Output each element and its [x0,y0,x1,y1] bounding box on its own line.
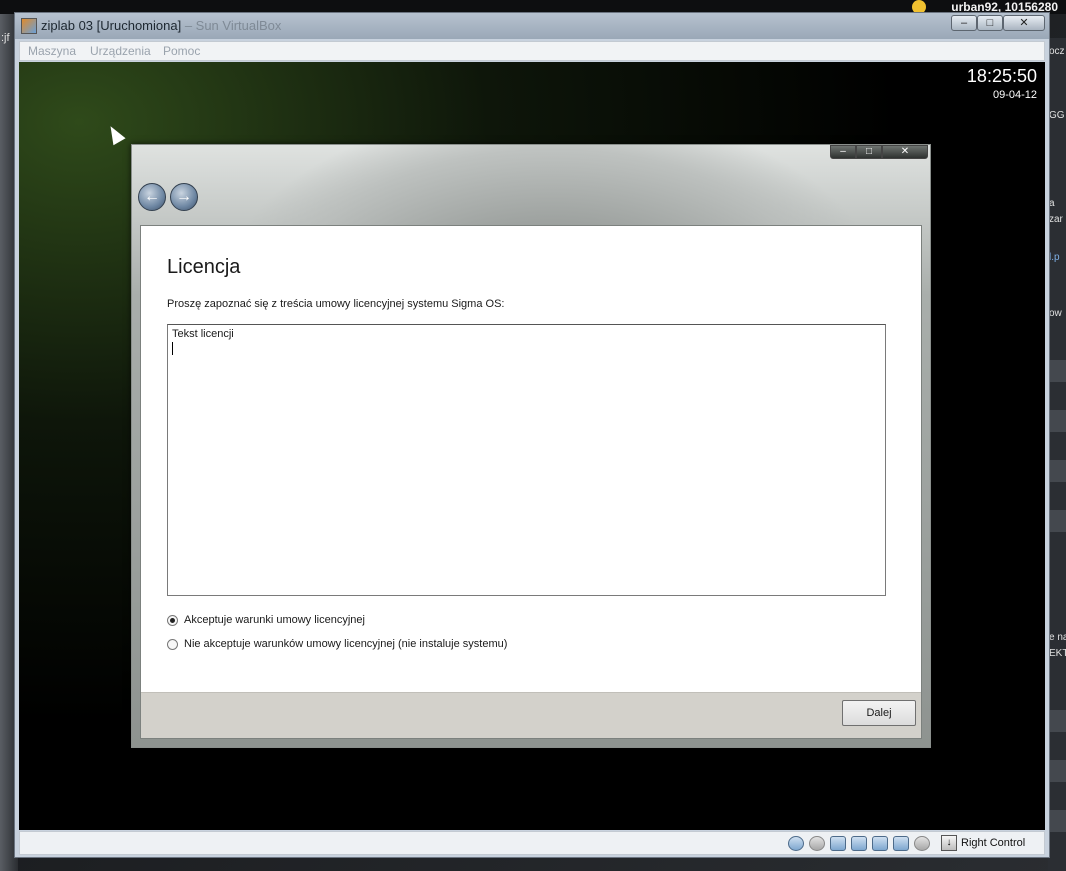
usb-icon[interactable] [851,836,867,851]
page-title: Licencja [167,256,241,278]
installer-close-button[interactable]: ✕ [882,145,928,159]
window-title-main: ziplab 03 [Uruchomiona] [41,18,182,33]
host-fragment: zar [1049,214,1063,225]
host-fragment: ow [1049,308,1062,319]
host-stripe [1048,360,1066,382]
virtualbox-window: ziplab 03 [Uruchomiona] – Sun VirtualBox… [14,12,1050,858]
installer-footer: Dalej [141,692,921,738]
installer-maximize-button[interactable]: □ [856,145,882,159]
hard-disk-icon[interactable] [788,836,804,851]
shared-folder-icon[interactable] [872,836,888,851]
maximize-button[interactable]: □ [977,15,1003,31]
accept-license-option[interactable]: Akceptuje warunki umowy licencyjnej [167,614,365,626]
text-caret [172,342,173,355]
menu-pomoc[interactable]: Pomoc [163,44,200,58]
guest-date: 09-04-12 [992,89,1037,101]
status-icons [788,836,930,851]
host-right-panel: ocz GG a zar l.p ow e na EKT [1048,38,1066,871]
arrow-right-icon: → [176,188,192,205]
window-title-suffix: – Sun VirtualBox [181,18,282,33]
window-titlebar[interactable]: ziplab 03 [Uruchomiona] – Sun VirtualBox… [15,13,1049,39]
accept-radio[interactable] [167,614,178,626]
host-left-fragment: :jf [1,32,10,44]
menu-urzadzenia[interactable]: Urządzenia [90,44,151,58]
back-button[interactable]: ← [138,183,166,211]
page-subtitle: Proszę zapoznać się z treścia umowy lice… [167,298,505,310]
arrow-left-icon: ← [144,188,160,205]
minimize-button[interactable]: – [951,15,977,31]
network-icon[interactable] [830,836,846,851]
forward-button[interactable]: → [170,183,198,211]
host-fragment: e na [1049,632,1066,643]
host-fragment: ocz [1049,46,1065,57]
mouse-integration-icon[interactable] [914,836,930,851]
host-stripe [1048,810,1066,832]
installer-page: Licencja Proszę zapoznać się z treścia u… [140,225,922,739]
host-fragment: EKT [1049,648,1066,659]
next-button[interactable]: Dalej [842,700,916,726]
accept-radio-label[interactable]: Akceptuje warunki umowy licencyjnej [184,614,365,626]
display-icon[interactable] [893,836,909,851]
window-title: ziplab 03 [Uruchomiona] – Sun VirtualBox [41,18,281,33]
close-button[interactable]: ✕ [1003,15,1045,31]
menu-maszyna[interactable]: Maszyna [28,44,76,58]
host-key-icon: ↓ [941,835,957,851]
menu-bar: Maszyna Urządzenia Pomoc [19,41,1045,61]
decline-license-option[interactable]: Nie akceptuje warunków umowy licencyjnej… [167,638,507,650]
cd-icon[interactable] [809,836,825,851]
host-stripe [1048,510,1066,532]
host-stripe [1048,760,1066,782]
mouse-cursor-icon [104,122,126,146]
virtualbox-app-icon[interactable] [21,18,37,34]
installer-window: – □ ✕ ← → Licencja Proszę zapoznać się z… [131,144,931,748]
guest-screen[interactable]: 18:25:50 09-04-12 – □ ✕ ← → Licencja Pro… [19,62,1045,830]
host-stripe [1048,710,1066,732]
decline-radio[interactable] [167,638,178,650]
license-text: Tekst licencji [172,328,234,340]
installer-minimize-button[interactable]: – [830,145,856,159]
status-bar: ↓ Right Control [19,831,1045,855]
host-stripe [1048,460,1066,482]
host-fragment[interactable]: l.p [1049,252,1060,263]
host-key-label: Right Control [961,837,1026,849]
host-fragment: GG [1049,110,1065,121]
guest-clock: 18:25:50 [966,66,1037,86]
decline-radio-label[interactable]: Nie akceptuje warunków umowy licencyjnej… [184,638,507,650]
host-stripe [1048,410,1066,432]
license-text-area[interactable]: Tekst licencji [167,324,886,596]
